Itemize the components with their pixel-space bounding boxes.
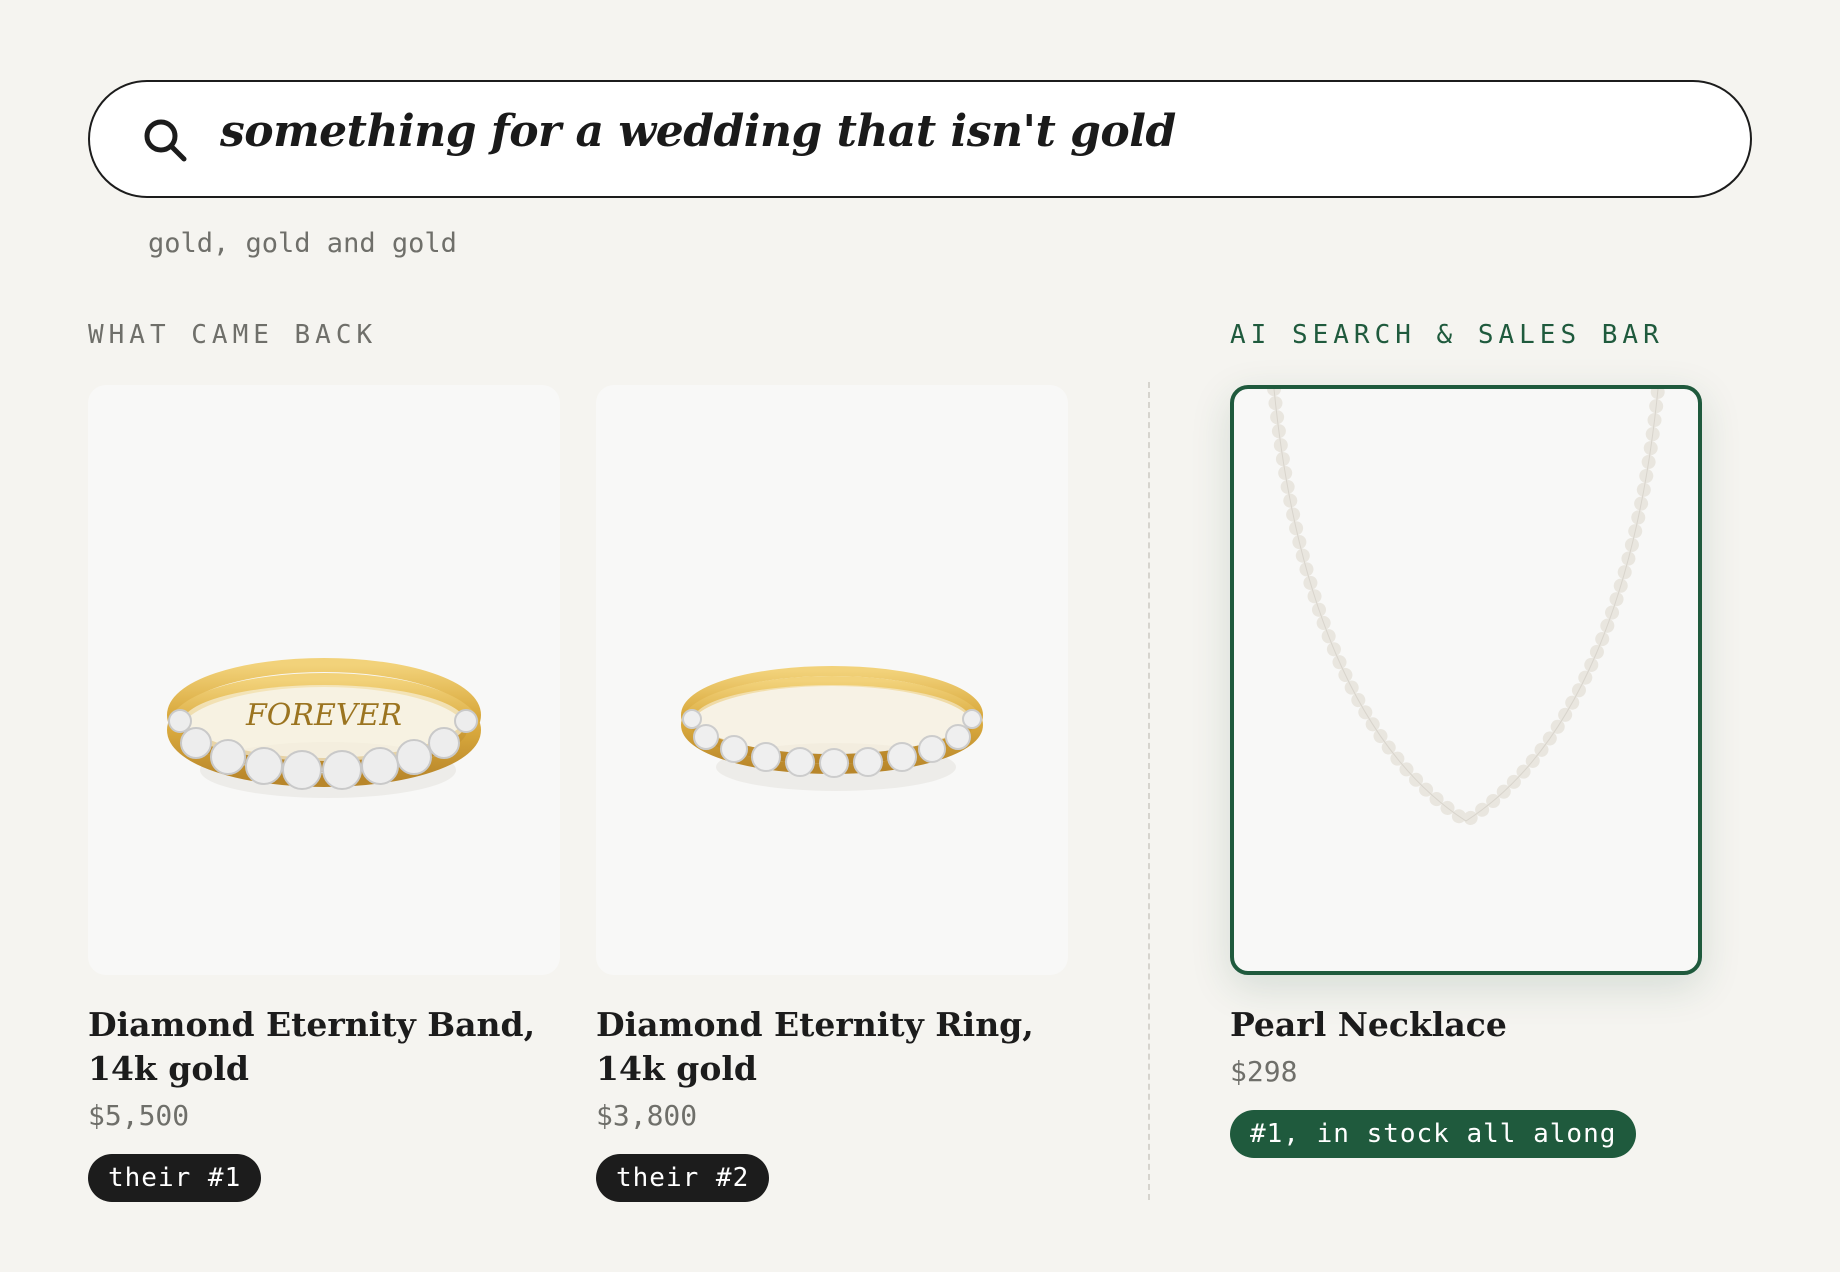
eternity-ring-image xyxy=(681,666,983,791)
product-title[interactable]: Diamond Eternity Band, 14k gold xyxy=(88,1003,560,1091)
product-card-recommended[interactable]: Pearl Necklace $298 #1, in stock all alo… xyxy=(1230,385,1702,1158)
product-price: $5,500 xyxy=(88,1099,190,1132)
page: something for a wedding that isn't gold … xyxy=(0,0,1840,1272)
product-card[interactable]: Diamond Eternity Ring, 14k gold $3,800 t… xyxy=(596,385,1068,1202)
product-image[interactable] xyxy=(596,385,1068,975)
product-price: $3,800 xyxy=(596,1099,698,1132)
engraving-text: FOREVER xyxy=(245,698,402,733)
rank-badge: their #1 xyxy=(88,1154,262,1202)
product-title[interactable]: Diamond Eternity Ring, 14k gold xyxy=(596,1003,1068,1091)
product-title[interactable]: Pearl Necklace xyxy=(1230,1003,1702,1047)
eternity-band-image: FOREVER xyxy=(167,658,481,798)
section-divider xyxy=(1148,382,1150,1200)
rank-badge: #1, in stock all along xyxy=(1230,1110,1637,1158)
search-input[interactable]: something for a wedding that isn't gold xyxy=(220,106,1176,157)
section-label-what-came-back: WHAT CAME BACK xyxy=(88,320,378,350)
product-price: $298 xyxy=(1230,1055,1298,1088)
search-hint: gold, gold and gold xyxy=(148,228,457,259)
pearl-necklace-image xyxy=(1267,389,1665,830)
product-card[interactable]: FOREVER Diamond Eternity Band, 14k gold … xyxy=(88,385,560,1202)
search-bar[interactable]: something for a wedding that isn't gold xyxy=(88,80,1752,198)
product-image[interactable] xyxy=(1230,385,1702,975)
rank-badge: their #2 xyxy=(596,1154,770,1202)
product-image[interactable]: FOREVER xyxy=(88,385,560,975)
search-icon xyxy=(144,119,187,162)
section-label-ai-search: AI SEARCH & SALES BAR xyxy=(1230,320,1664,350)
